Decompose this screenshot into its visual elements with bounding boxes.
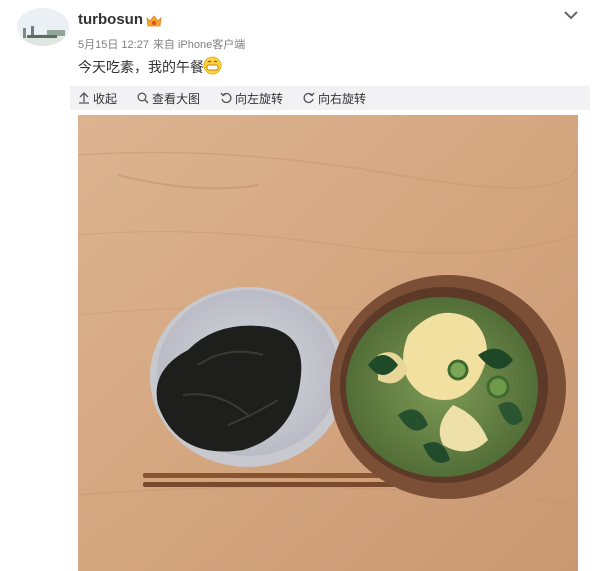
username[interactable]: turbosun — [78, 11, 143, 28]
rotate-right-icon — [303, 92, 315, 104]
avatar[interactable] — [17, 8, 69, 46]
collapse-label: 收起 — [93, 91, 118, 106]
post-timestamp[interactable]: 5月15日 12:27 — [78, 39, 149, 51]
post-source[interactable]: 来自 iPhone客户端 — [153, 39, 245, 51]
chevron-down-icon[interactable] — [563, 6, 579, 20]
rotate-left-button[interactable]: 向左旋转 — [220, 90, 283, 106]
post-meta: 5月15日 12:27 来自 iPhone客户端 — [78, 36, 245, 52]
rotate-left-icon — [220, 92, 232, 104]
collapse-button[interactable]: 收起 — [78, 90, 117, 106]
rotate-left-label: 向左旋转 — [235, 91, 284, 106]
search-icon — [137, 92, 149, 104]
lunch-photo-image — [78, 115, 578, 571]
weibo-post: turbosun 5月15日 12:27 来自 iPhone客户端 今天吃素，我的… — [0, 0, 595, 571]
view-large-button[interactable]: 查看大图 — [137, 90, 200, 106]
vip-crown-icon[interactable] — [146, 13, 162, 27]
post-text: 今天吃素，我的午餐 — [78, 60, 204, 76]
rotate-right-label: 向右旋转 — [318, 91, 367, 106]
arrow-up-icon — [79, 92, 89, 104]
grinning-face-icon — [203, 56, 222, 75]
post-photo[interactable] — [78, 115, 578, 571]
rotate-right-button[interactable]: 向右旋转 — [303, 90, 366, 106]
view-large-label: 查看大图 — [152, 91, 201, 106]
image-toolbar: 收起 查看大图 向左旋转 向右旋转 — [70, 86, 590, 110]
